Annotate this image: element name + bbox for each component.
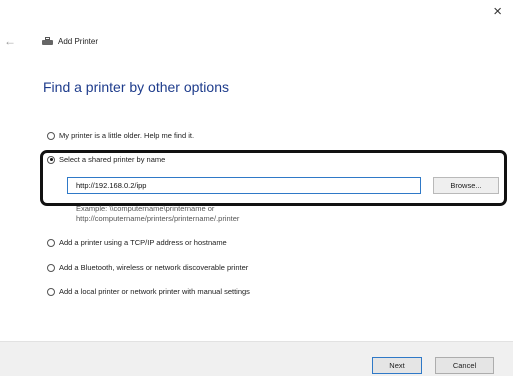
option-label: My printer is a little older. Help me fi…	[59, 131, 195, 140]
option-label: Add a Bluetooth, wireless or network dis…	[59, 263, 249, 272]
cancel-button[interactable]: Cancel	[435, 357, 494, 374]
next-button[interactable]: Next	[372, 357, 422, 374]
radio-button[interactable]	[47, 131, 55, 140]
radio-button[interactable]	[47, 263, 55, 272]
option-older-printer[interactable]: My printer is a little older. Help me fi…	[47, 131, 194, 140]
example-line-1: Example: \\computername\printername or	[76, 204, 215, 213]
option-label: Add a printer using a TCP/IP address or …	[59, 238, 227, 247]
radio-button[interactable]	[47, 287, 55, 296]
back-arrow-icon[interactable]: ←	[4, 34, 16, 48]
option-label: Add a local printer or network printer w…	[59, 287, 250, 296]
window-title-text: Add Printer	[58, 37, 99, 46]
radio-button[interactable]	[47, 238, 55, 247]
close-icon[interactable]: ×	[493, 2, 502, 22]
option-tcp-ip[interactable]: Add a printer using a TCP/IP address or …	[47, 238, 227, 247]
window-title: Add Printer	[42, 37, 98, 46]
example-text: Example: \\computername\printername or h…	[76, 204, 239, 224]
page-heading: Find a printer by other options	[43, 79, 229, 95]
option-local-manual[interactable]: Add a local printer or network printer w…	[47, 287, 250, 296]
option-bluetooth-wireless[interactable]: Add a Bluetooth, wireless or network dis…	[47, 263, 248, 272]
browse-button[interactable]: Browse...	[433, 177, 499, 194]
printer-icon	[42, 37, 53, 46]
example-line-2: http://computername/printers/printername…	[76, 214, 240, 223]
shared-printer-url-input[interactable]	[67, 177, 421, 194]
